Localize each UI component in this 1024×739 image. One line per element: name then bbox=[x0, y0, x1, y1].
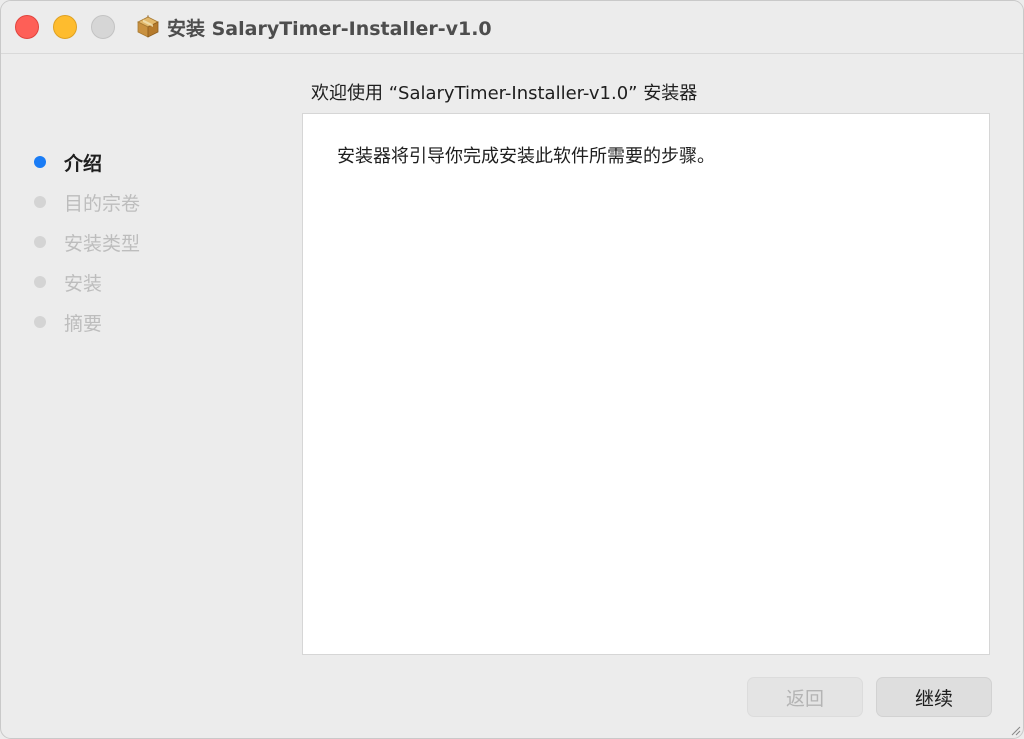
step-dot-icon bbox=[34, 316, 46, 328]
step-label: 安装类型 bbox=[64, 232, 141, 255]
intro-text: 安装器将引导你完成安装此软件所需要的步骤。 bbox=[337, 146, 715, 167]
window-title: 安装 SalaryTimer-Installer-v1.0 bbox=[167, 17, 492, 40]
step-label: 摘要 bbox=[64, 312, 103, 335]
content-panel[interactable]: 安装器将引导你完成安装此软件所需要的步骤。 bbox=[302, 113, 990, 655]
minimize-button[interactable] bbox=[53, 15, 77, 39]
welcome-heading: 欢迎使用 “SalaryTimer-Installer-v1.0” 安装器 bbox=[311, 83, 698, 104]
installer-window: 安装 SalaryTimer-Installer-v1.0 欢迎使用 “Sala… bbox=[0, 0, 1024, 739]
step-dot-icon bbox=[34, 276, 46, 288]
title-bar[interactable]: 安装 SalaryTimer-Installer-v1.0 bbox=[1, 1, 1023, 54]
zoom-button bbox=[91, 15, 115, 39]
step-label: 安装 bbox=[64, 272, 103, 295]
step-destination: 目的宗卷 bbox=[34, 189, 140, 215]
step-dot-icon bbox=[34, 196, 46, 208]
back-button[interactable]: 返回 bbox=[747, 677, 863, 717]
package-icon bbox=[137, 15, 159, 38]
step-active-dot-icon bbox=[34, 156, 46, 168]
close-button[interactable] bbox=[15, 15, 39, 39]
step-installation-type: 安装类型 bbox=[34, 229, 140, 255]
step-dot-icon bbox=[34, 236, 46, 248]
step-summary: 摘要 bbox=[34, 309, 102, 335]
step-label: 目的宗卷 bbox=[64, 192, 141, 215]
window-title-group: 安装 SalaryTimer-Installer-v1.0 bbox=[136, 13, 492, 41]
step-installation: 安装 bbox=[34, 269, 102, 295]
resize-grip-icon[interactable] bbox=[1011, 726, 1021, 736]
continue-button[interactable]: 继续 bbox=[876, 677, 992, 717]
step-label: 介绍 bbox=[64, 152, 103, 175]
step-introduction: 介绍 bbox=[34, 149, 102, 175]
